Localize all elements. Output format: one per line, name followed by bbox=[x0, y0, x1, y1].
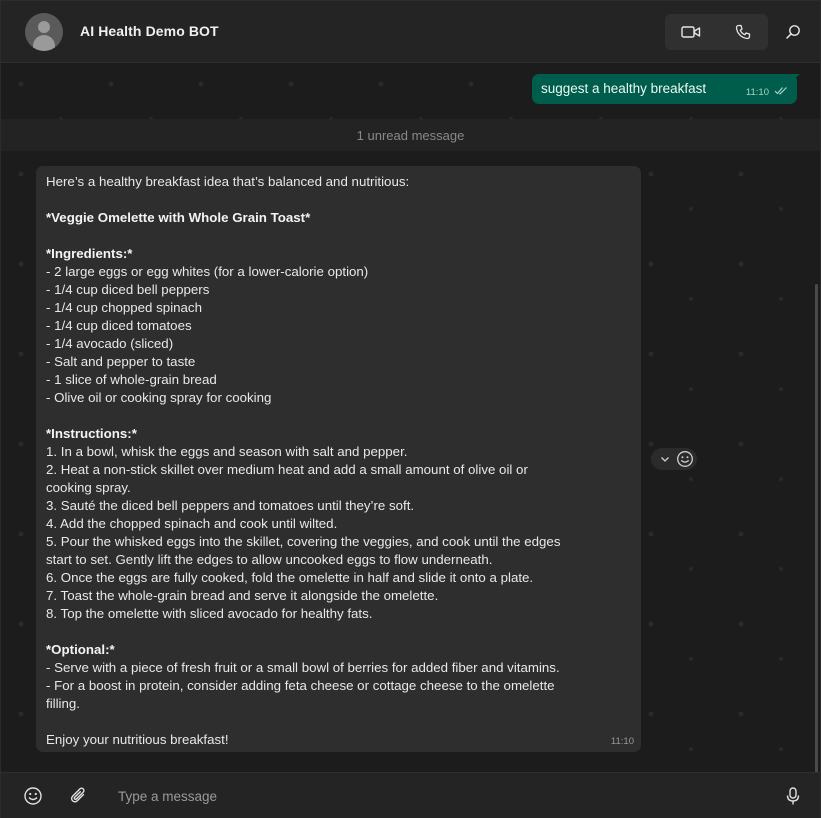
message-dish-heading: *Veggie Omelette with Whole Grain Toast* bbox=[46, 210, 311, 225]
ingredient-line: - 1/4 cup diced tomatoes bbox=[46, 318, 192, 333]
chat-scrollbar[interactable] bbox=[815, 284, 818, 772]
incoming-message-time: 11:10 bbox=[610, 736, 634, 747]
phone-icon bbox=[735, 24, 750, 40]
ingredient-line: - Salt and pepper to taste bbox=[46, 354, 196, 369]
chat-title[interactable]: AI Health Demo BOT bbox=[80, 23, 219, 39]
ingredient-line: - Olive oil or cooking spray for cooking bbox=[46, 390, 272, 405]
outgoing-message-text: suggest a healthy breakfast bbox=[541, 81, 707, 96]
avatar-head-shape bbox=[38, 21, 50, 33]
instruction-line: 7. Toast the whole-grain bread and serve… bbox=[46, 588, 439, 603]
instruction-line: 6. Once the eggs are fully cooked, fold … bbox=[46, 570, 534, 585]
instruction-line: 3. Sauté the diced bell peppers and toma… bbox=[46, 498, 415, 513]
incoming-message-text: Here’s a healthy breakfast idea that’s b… bbox=[46, 173, 636, 749]
search-icon bbox=[786, 25, 800, 39]
avatar[interactable] bbox=[25, 13, 63, 51]
search-button[interactable] bbox=[775, 14, 811, 50]
voice-call-button[interactable] bbox=[717, 14, 768, 50]
unread-divider-label: 1 unread message bbox=[356, 128, 465, 143]
chevron-down-icon[interactable] bbox=[658, 452, 672, 466]
ingredient-line: - 1 slice of whole-grain bread bbox=[46, 372, 217, 387]
outgoing-message-time: 11:10 bbox=[745, 87, 769, 98]
instruction-line: 1. In a bowl, whisk the eggs and season … bbox=[46, 444, 408, 459]
microphone-icon[interactable] bbox=[782, 785, 804, 807]
ingredient-line: - 1/4 avocado (sliced) bbox=[46, 336, 174, 351]
emoji-icon[interactable] bbox=[22, 785, 44, 807]
chat-area[interactable]: suggest a healthy breakfast 11:10 1 unre… bbox=[1, 64, 820, 772]
double-check-icon bbox=[774, 87, 787, 95]
call-button-group bbox=[665, 14, 768, 50]
instruction-line: 5. Pour the whisked eggs into the skille… bbox=[46, 534, 561, 567]
paperclip-icon[interactable] bbox=[68, 785, 90, 807]
incoming-message[interactable]: Here’s a healthy breakfast idea that’s b… bbox=[36, 166, 641, 752]
optional-line: - Serve with a piece of fresh fruit or a… bbox=[46, 660, 560, 675]
message-actions bbox=[651, 448, 697, 470]
outgoing-message[interactable]: suggest a healthy breakfast 11:10 bbox=[532, 74, 797, 104]
avatar-body-shape bbox=[33, 35, 55, 51]
ingredient-line: - 2 large eggs or egg whites (for a lowe… bbox=[46, 264, 369, 279]
instruction-line: 2. Heat a non-stick skillet over medium … bbox=[46, 462, 528, 495]
chat-window: AI Health Demo BOT suggest a healthy bre… bbox=[0, 0, 821, 818]
video-camera-icon bbox=[680, 26, 700, 38]
instruction-line: 4. Add the chopped spinach and cook unti… bbox=[46, 516, 338, 531]
ingredients-heading: *Ingredients:* bbox=[46, 246, 133, 261]
instructions-heading: *Instructions:* bbox=[46, 426, 137, 441]
ingredient-line: - 1/4 cup diced bell peppers bbox=[46, 282, 210, 297]
unread-divider: 1 unread message bbox=[1, 119, 820, 151]
ingredient-line: - 1/4 cup chopped spinach bbox=[46, 300, 202, 315]
optional-heading: *Optional:* bbox=[46, 642, 115, 657]
react-emoji-icon[interactable] bbox=[676, 450, 694, 468]
chat-header: AI Health Demo BOT bbox=[1, 1, 820, 63]
message-input[interactable] bbox=[109, 783, 759, 809]
message-intro: Here’s a healthy breakfast idea that’s b… bbox=[46, 174, 410, 189]
video-call-button[interactable] bbox=[665, 14, 716, 50]
optional-line: - For a boost in protein, consider addin… bbox=[46, 678, 555, 711]
message-composer bbox=[1, 772, 820, 818]
message-outro: Enjoy your nutritious breakfast! bbox=[46, 732, 229, 747]
instruction-line: 8. Top the omelette with sliced avocado … bbox=[46, 606, 373, 621]
